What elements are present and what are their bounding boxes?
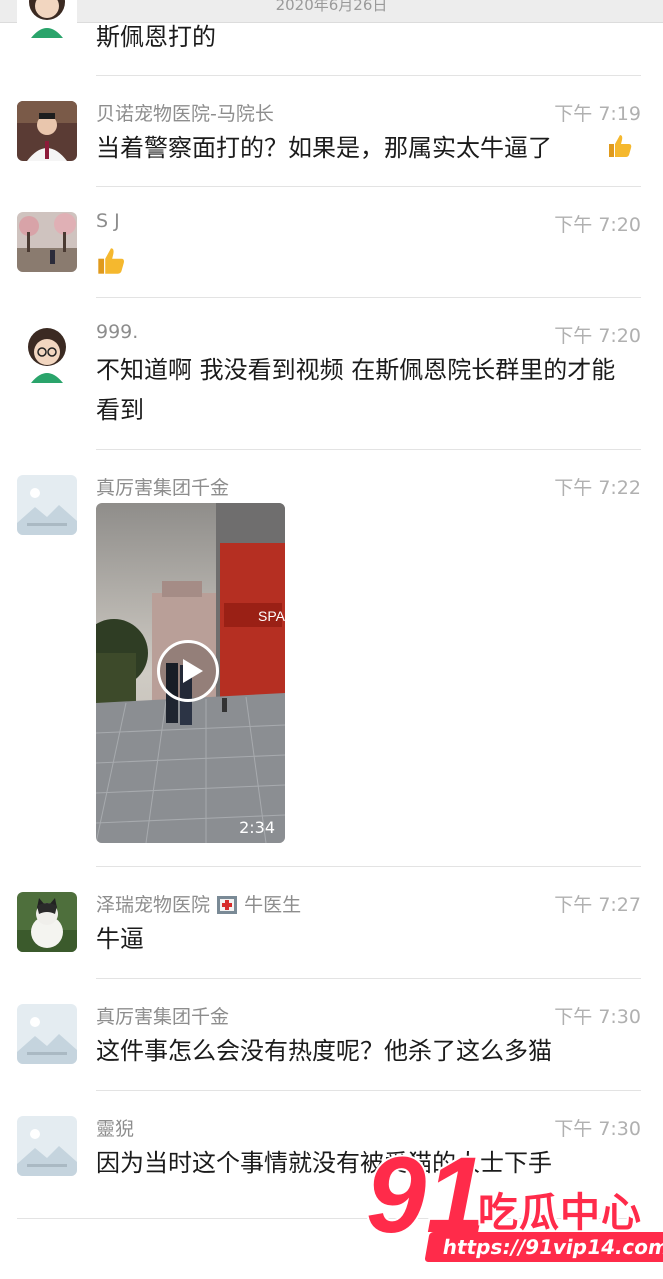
sender-name: 贝诺宠物医院-马院长 bbox=[96, 103, 274, 125]
message-text: 当着警察面打的？如果是，那属实太牛逼了 bbox=[96, 128, 636, 168]
avatar-cat[interactable] bbox=[17, 892, 77, 952]
avatar-ma[interactable] bbox=[17, 101, 77, 161]
date-label: 2020年6月26日 bbox=[275, 0, 388, 14]
sender-name-suffix: 牛医生 bbox=[244, 894, 302, 916]
divider bbox=[96, 1090, 641, 1091]
avatar-999[interactable] bbox=[17, 323, 77, 383]
avatar-placeholder[interactable] bbox=[17, 1004, 77, 1064]
sender-name: 真厉害集团千金 bbox=[96, 477, 230, 499]
hospital-icon bbox=[217, 896, 238, 914]
sender-name: S J bbox=[96, 210, 120, 232]
thumbs-up-icon bbox=[98, 248, 124, 274]
divider bbox=[96, 449, 641, 450]
divider bbox=[96, 978, 641, 979]
divider bbox=[96, 866, 641, 867]
divider bbox=[96, 297, 641, 298]
message-text: 牛逼 bbox=[96, 925, 144, 953]
avatar-sj[interactable] bbox=[17, 212, 77, 272]
divider bbox=[96, 186, 641, 187]
sender-name: 泽瑞宠物医院 牛医生 bbox=[96, 890, 301, 917]
video-message[interactable]: SPA 2:34 bbox=[96, 503, 285, 843]
watermark-title: 吃瓜中心 bbox=[478, 1190, 642, 1236]
sender-name: 999. bbox=[96, 321, 139, 343]
message-time: 下午 7:20 bbox=[554, 214, 641, 236]
sender-name: 真厉害集团千金 bbox=[96, 1006, 230, 1028]
divider bbox=[96, 75, 641, 76]
avatar-999[interactable] bbox=[17, 0, 77, 38]
sender-name: 靈猊 bbox=[96, 1118, 135, 1140]
watermark-url: https://91vip14.com bbox=[424, 1232, 663, 1262]
message-text: 这件事怎么会没有热度呢？他杀了这么多猫 bbox=[96, 1037, 552, 1065]
message-text: 斯佩恩打的 bbox=[96, 23, 216, 51]
message-text: 不知道啊 我没看到视频 在斯佩恩院长群里的才能看到 bbox=[96, 356, 616, 424]
avatar-placeholder[interactable] bbox=[17, 475, 77, 535]
message-time: 下午 7:20 bbox=[554, 325, 641, 347]
message-time: 下午 7:19 bbox=[554, 103, 641, 125]
message-time: 下午 7:30 bbox=[554, 1118, 641, 1140]
thumbs-up-icon bbox=[609, 135, 632, 157]
play-icon[interactable] bbox=[157, 640, 219, 702]
shop-sign: SPA bbox=[258, 608, 285, 624]
sender-name-text: 泽瑞宠物医院 bbox=[96, 894, 211, 916]
message-time: 下午 7:22 bbox=[554, 477, 641, 499]
message-time: 下午 7:30 bbox=[554, 1006, 641, 1028]
video-duration: 2:34 bbox=[239, 818, 275, 837]
message-text-content: 当着警察面打的？如果是，那属实太牛逼了 bbox=[96, 134, 552, 162]
avatar-placeholder[interactable] bbox=[17, 1116, 77, 1176]
message-time: 下午 7:27 bbox=[554, 894, 641, 916]
